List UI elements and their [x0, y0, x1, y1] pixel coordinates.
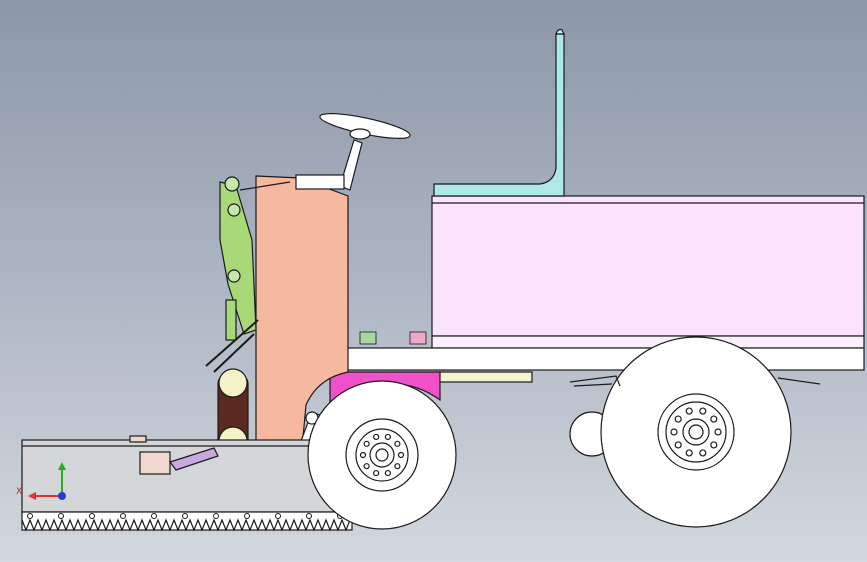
blade-bolt — [89, 513, 95, 519]
hub-bolt — [394, 440, 401, 447]
hub-bolt — [363, 463, 370, 470]
chassis-connectors — [359, 331, 427, 345]
hub-bolt — [359, 451, 367, 459]
hub-bolt — [670, 428, 678, 436]
hub-bolt — [714, 428, 722, 436]
hub-bolt — [699, 407, 707, 415]
blade-bolt — [213, 513, 219, 519]
hub-bolt — [685, 407, 693, 415]
hub-bolt — [710, 415, 718, 423]
hub-bolt — [373, 469, 380, 477]
blade-bolt — [306, 513, 312, 519]
cad-viewport[interactable]: X — [0, 0, 867, 562]
seat[interactable] — [433, 28, 565, 197]
blade-bolt — [27, 513, 33, 519]
blade-bolt — [151, 513, 157, 519]
blade-bolt — [275, 513, 281, 519]
blade-bolt — [58, 513, 64, 519]
hub-bolt — [384, 469, 391, 477]
cargo-box[interactable] — [431, 195, 865, 349]
hub-bolt — [363, 440, 370, 447]
hub-bolt — [699, 449, 707, 457]
hub-bolt — [674, 441, 682, 449]
hub-bolt — [394, 463, 401, 470]
rear-wheel — [600, 336, 792, 528]
blade-bolt — [244, 513, 250, 519]
hub-bolt — [710, 441, 718, 449]
hub-bolt — [397, 451, 405, 459]
hub-bolt — [685, 449, 693, 457]
blade-bolt — [120, 513, 126, 519]
front-wheel — [307, 380, 457, 530]
vehicle-model-drawing[interactable]: X — [0, 0, 867, 562]
triad-z-axis — [58, 492, 66, 500]
hub-bolt — [674, 415, 682, 423]
triad-x-label: X — [16, 487, 22, 497]
hub-bolt — [384, 433, 391, 441]
hub-bolt — [373, 433, 380, 441]
blade-bolt — [182, 513, 188, 519]
